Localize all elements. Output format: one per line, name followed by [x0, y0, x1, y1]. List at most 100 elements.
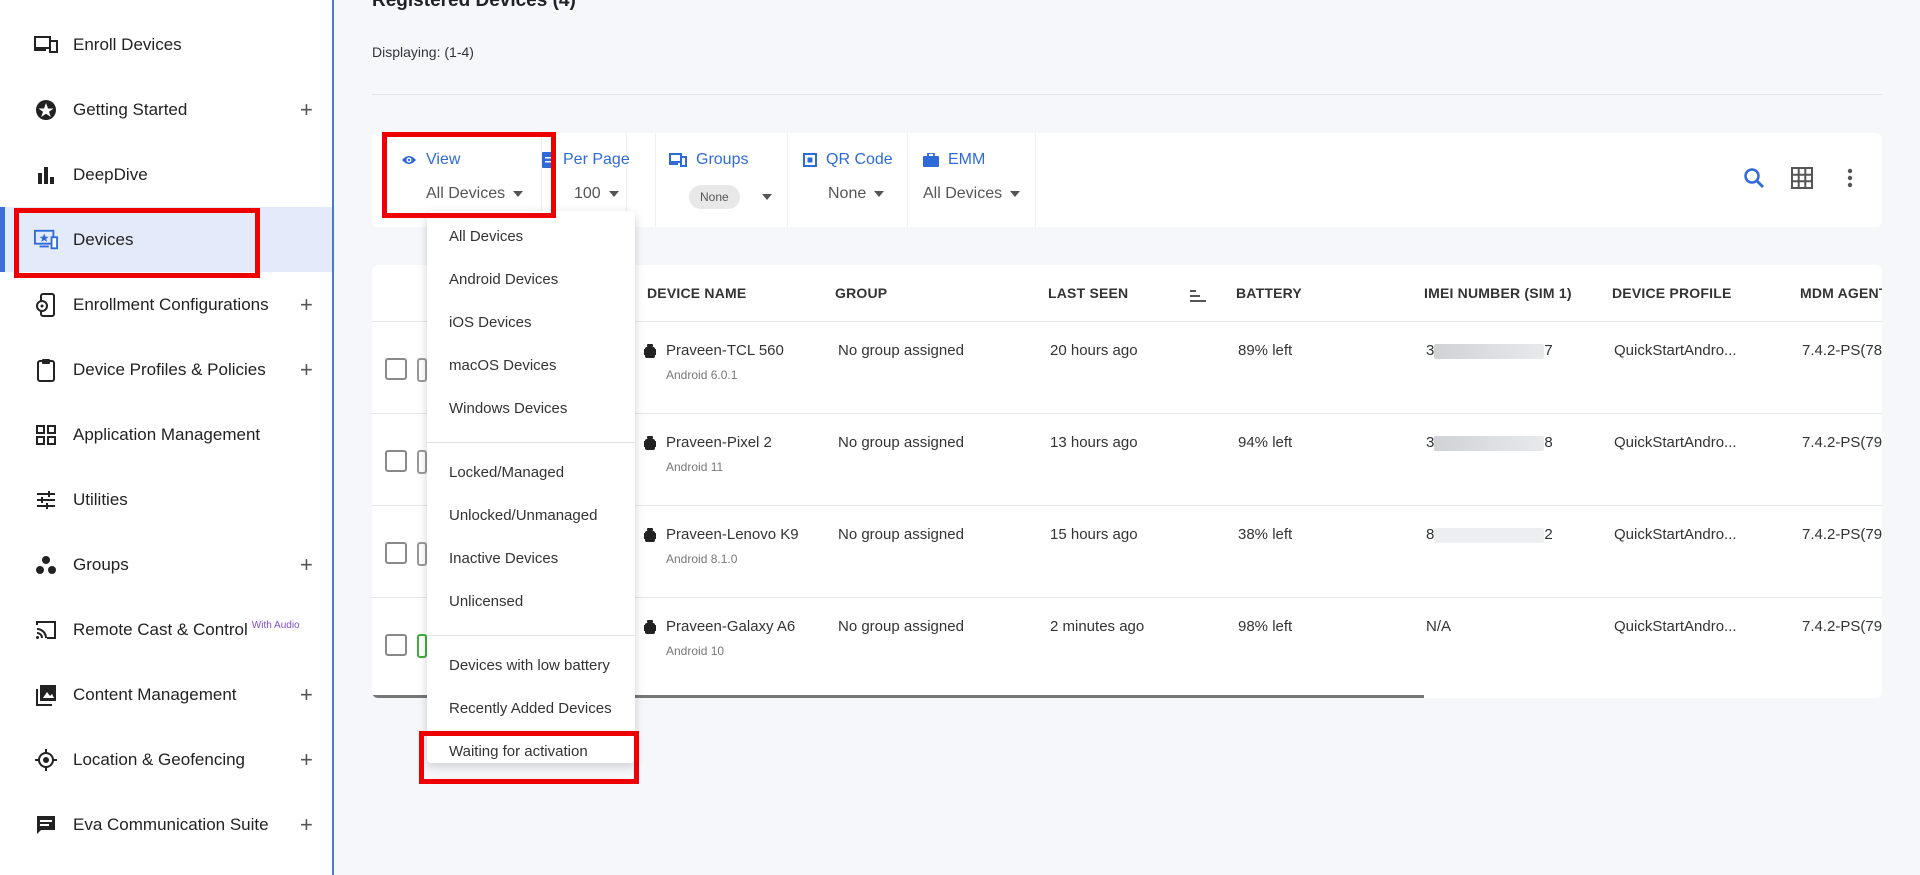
- col-header-battery[interactable]: BATTERY: [1236, 285, 1302, 301]
- phone-settings-icon: [34, 292, 58, 317]
- device-battery: 89% left: [1238, 342, 1293, 359]
- qr-code-header[interactable]: QR Code: [803, 151, 893, 169]
- sidebar-item-label: Remote Cast & Control With Audio: [73, 620, 300, 640]
- col-header-mdm-agent[interactable]: MDM AGENT: [1800, 285, 1882, 301]
- menu-divider: [427, 442, 635, 443]
- sidebar-item-label: DeepDive: [73, 164, 148, 184]
- apps-grid-icon: [34, 423, 58, 447]
- search-button[interactable]: [1737, 163, 1771, 197]
- qr-code-label: QR Code: [826, 151, 893, 168]
- sidebar-item-label-text: Remote Cast & Control: [73, 619, 248, 639]
- android-icon: [644, 436, 656, 457]
- per-page-header[interactable]: Per Page: [542, 151, 630, 169]
- sidebar-item-utilities[interactable]: Utilities: [0, 467, 332, 532]
- sidebar-item-label: Enrollment Configurations: [73, 294, 269, 314]
- groups-select[interactable]: None: [689, 185, 772, 209]
- menu-item-all-devices[interactable]: All Devices: [449, 228, 523, 245]
- qr-code-filter[interactable]: QR Code None: [788, 133, 908, 227]
- device-name[interactable]: Praveen-Galaxy A6: [666, 618, 795, 635]
- row-checkbox[interactable]: [385, 542, 407, 564]
- sidebar-item-label: Groups: [73, 554, 129, 574]
- groups-value-pill: None: [689, 185, 740, 209]
- sort-icon[interactable]: [1190, 289, 1206, 307]
- per-page-label: Per Page: [563, 151, 630, 168]
- sidebar-item-enrollment-configurations[interactable]: Enrollment Configurations +: [0, 272, 332, 337]
- android-icon: [644, 344, 656, 365]
- row-checkbox[interactable]: [385, 358, 407, 380]
- eye-icon: [401, 154, 417, 166]
- sidebar-item-label: Enroll Devices: [73, 34, 182, 54]
- caret-down-icon: [874, 191, 885, 197]
- menu-item-android-devices[interactable]: Android Devices: [449, 271, 558, 288]
- device-name[interactable]: Praveen-Lenovo K9: [666, 526, 799, 543]
- menu-item-unlocked-unmanaged[interactable]: Unlocked/Unmanaged: [449, 507, 597, 524]
- menu-item-ios-devices[interactable]: iOS Devices: [449, 314, 532, 331]
- sidebar-item-eva-communication-suite[interactable]: Eva Communication Suite +: [0, 792, 332, 857]
- col-header-device-profile[interactable]: DEVICE PROFILE: [1612, 285, 1731, 301]
- android-icon: [644, 528, 656, 549]
- col-header-group[interactable]: GROUP: [835, 285, 887, 301]
- expand-plus-icon[interactable]: +: [300, 812, 313, 838]
- device-agent: 7.4.2-PS(78: [1802, 342, 1882, 359]
- row-checkbox[interactable]: [385, 450, 407, 472]
- device-imei: 38: [1426, 434, 1553, 451]
- menu-item-windows-devices[interactable]: Windows Devices: [449, 400, 567, 417]
- expand-plus-icon[interactable]: +: [300, 357, 313, 383]
- emm-select[interactable]: All Devices: [923, 185, 1021, 203]
- col-header-imei[interactable]: IMEI NUMBER (SIM 1): [1424, 285, 1572, 301]
- device-group: No group assigned: [838, 618, 964, 635]
- device-name[interactable]: Praveen-TCL 560: [666, 342, 784, 359]
- imei-start: 3: [1426, 434, 1435, 451]
- sidebar-item-content-management[interactable]: Content Management +: [0, 662, 332, 727]
- expand-plus-icon[interactable]: +: [300, 682, 313, 708]
- device-group: No group assigned: [838, 434, 964, 451]
- menu-item-inactive-devices[interactable]: Inactive Devices: [449, 550, 558, 567]
- device-name[interactable]: Praveen-Pixel 2: [666, 434, 772, 451]
- col-header-device-name[interactable]: DEVICE NAME: [647, 285, 746, 301]
- expand-plus-icon[interactable]: +: [300, 747, 313, 773]
- qr-code-select[interactable]: None: [828, 185, 885, 203]
- device-imei: 37: [1426, 342, 1553, 359]
- expand-plus-icon[interactable]: +: [300, 97, 313, 123]
- menu-item-unlicensed[interactable]: Unlicensed: [449, 593, 523, 610]
- menu-item-macos-devices[interactable]: macOS Devices: [449, 357, 557, 374]
- view-filter-select[interactable]: All Devices: [426, 185, 524, 203]
- device-icon: [417, 634, 427, 658]
- sidebar-item-device-profiles-policies[interactable]: Device Profiles & Policies +: [0, 337, 332, 402]
- device-icon: [417, 450, 427, 474]
- divider: [372, 94, 1882, 95]
- menu-divider: [427, 635, 635, 636]
- device-os: Android 6.0.1: [666, 368, 738, 382]
- sidebar-item-label: Location & Geofencing: [73, 749, 246, 769]
- sidebar-item-application-management[interactable]: Application Management: [0, 402, 332, 467]
- emm-header[interactable]: EMM: [923, 151, 985, 169]
- row-checkbox[interactable]: [385, 634, 407, 656]
- page-title: Registered Devices (4): [372, 0, 576, 11]
- caret-down-icon: [761, 194, 772, 200]
- android-icon: [644, 620, 656, 641]
- kebab-menu-icon: [1847, 168, 1853, 193]
- per-page-value: 100: [574, 185, 601, 202]
- sidebar-item-enroll-devices[interactable]: Enroll Devices: [0, 12, 332, 77]
- menu-item-recently-added[interactable]: Recently Added Devices: [449, 700, 612, 717]
- expand-plus-icon[interactable]: +: [300, 292, 313, 318]
- imei-start: 8: [1426, 526, 1435, 543]
- column-grid-button[interactable]: [1785, 163, 1819, 197]
- sidebar-item-groups[interactable]: Groups +: [0, 532, 332, 597]
- menu-item-waiting-for-activation[interactable]: Waiting for activation: [449, 743, 588, 760]
- sidebar-item-getting-started[interactable]: Getting Started +: [0, 77, 332, 142]
- view-filter-header[interactable]: View: [401, 151, 460, 169]
- menu-item-locked-managed[interactable]: Locked/Managed: [449, 464, 564, 481]
- sidebar-item-remote-cast-control[interactable]: Remote Cast & Control With Audio: [0, 597, 332, 662]
- groups-filter[interactable]: Groups None: [655, 133, 788, 227]
- more-options-button[interactable]: [1833, 163, 1867, 197]
- emm-filter[interactable]: EMM All Devices: [908, 133, 1036, 227]
- per-page-select[interactable]: 100: [574, 185, 619, 203]
- sidebar-item-devices[interactable]: Devices: [0, 207, 332, 272]
- expand-plus-icon[interactable]: +: [300, 552, 313, 578]
- col-header-last-seen[interactable]: LAST SEEN: [1048, 285, 1128, 301]
- menu-item-low-battery[interactable]: Devices with low battery: [449, 657, 610, 674]
- sidebar-item-deepdive[interactable]: DeepDive: [0, 142, 332, 207]
- groups-header[interactable]: Groups: [669, 151, 748, 169]
- sidebar-item-location-geofencing[interactable]: Location & Geofencing +: [0, 727, 332, 792]
